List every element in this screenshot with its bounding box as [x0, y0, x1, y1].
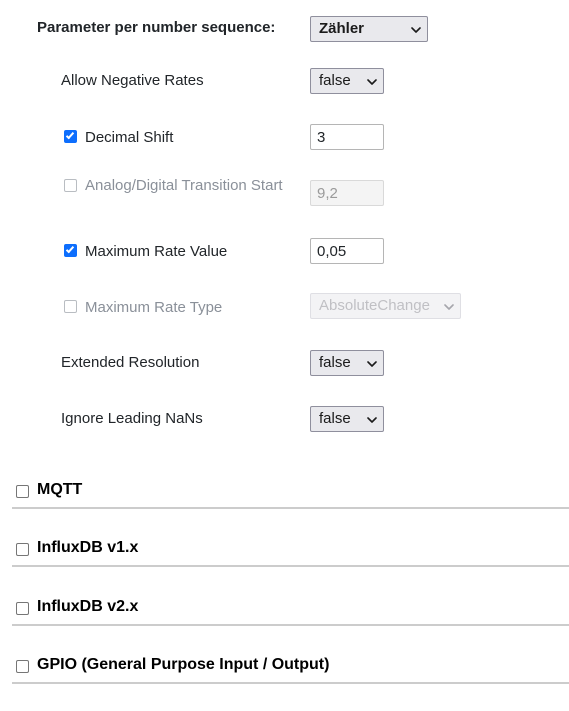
- section-influxdb-v2-checkbox[interactable]: [16, 602, 29, 615]
- maximum-rate-type-select[interactable]: AbsoluteChangeRateChange: [310, 293, 461, 319]
- analog-digital-transition-start-checkbox[interactable]: [64, 179, 77, 192]
- extended-resolution-select[interactable]: falsetrue: [310, 350, 384, 376]
- section-gpio-title: GPIO (General Purpose Input / Output): [37, 656, 330, 673]
- section-mqtt-title: MQTT: [37, 481, 83, 498]
- ignore-leading-nans-select-wrapper[interactable]: falsetrue: [310, 406, 384, 432]
- allow-negative-rates-select[interactable]: falsetrue: [310, 68, 384, 94]
- maximum-rate-type-select-wrapper[interactable]: AbsoluteChangeRateChange: [310, 293, 461, 319]
- page-title: Parameter per number sequence:: [37, 19, 276, 36]
- param-label-analog-digital-transition-start: Analog/Digital Transition Start: [85, 177, 283, 194]
- section-divider: [12, 565, 569, 567]
- allow-negative-rates-select-wrapper[interactable]: falsetrue: [310, 68, 384, 94]
- maximum-rate-value-checkbox[interactable]: [64, 244, 77, 257]
- param-label-maximum-rate-type: Maximum Rate Type: [85, 299, 223, 316]
- param-label-decimal-shift: Decimal Shift: [85, 129, 174, 146]
- analog-digital-transition-start-input[interactable]: [310, 180, 384, 206]
- decimal-shift-checkbox[interactable]: [64, 130, 77, 143]
- section-mqtt-checkbox[interactable]: [16, 485, 29, 498]
- section-gpio-checkbox[interactable]: [16, 660, 29, 673]
- ignore-leading-nans-select[interactable]: falsetrue: [310, 406, 384, 432]
- param-label-allow-negative-rates: Allow Negative Rates: [61, 72, 204, 89]
- section-influxdb-v1-checkbox[interactable]: [16, 543, 29, 556]
- param-label-maximum-rate-value: Maximum Rate Value: [85, 243, 228, 260]
- extended-resolution-select-wrapper[interactable]: falsetrue: [310, 350, 384, 376]
- maximum-rate-type-checkbox[interactable]: [64, 300, 77, 313]
- number-sequence-select[interactable]: ZählerWasserzählerGaszählerStromzähler: [310, 16, 428, 42]
- section-divider: [12, 682, 569, 684]
- section-influxdb-v1-title: InfluxDB v1.x: [37, 539, 139, 556]
- parameter-header-row: Parameter per number sequence: ZählerWas…: [0, 16, 569, 46]
- maximum-rate-value-input[interactable]: [310, 238, 384, 264]
- param-label-extended-resolution: Extended Resolution: [61, 354, 200, 371]
- decimal-shift-input[interactable]: [310, 124, 384, 150]
- section-influxdb-v2-title: InfluxDB v2.x: [37, 598, 139, 615]
- section-divider: [12, 624, 569, 626]
- param-label-ignore-leading-nans: Ignore Leading NaNs: [61, 410, 203, 427]
- number-sequence-select-wrapper[interactable]: ZählerWasserzählerGaszählerStromzähler: [310, 16, 428, 42]
- section-divider: [12, 507, 569, 509]
